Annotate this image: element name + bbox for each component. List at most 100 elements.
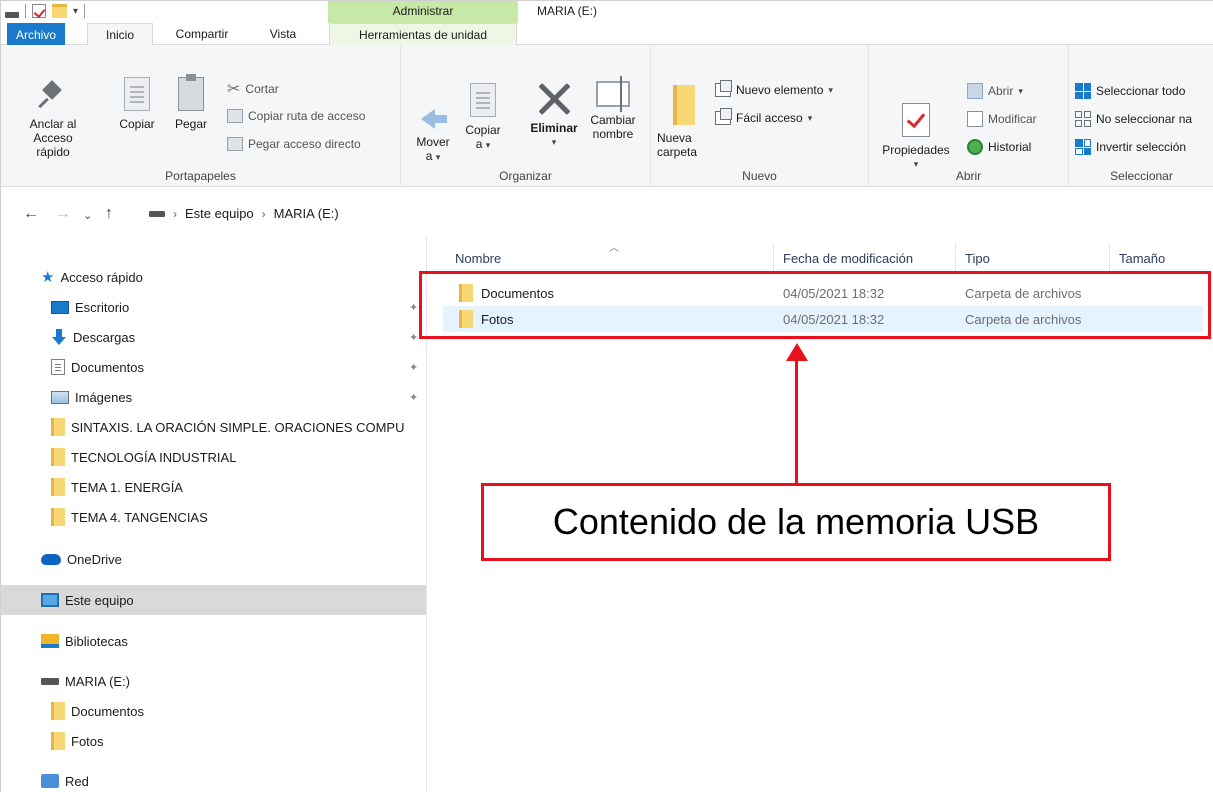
history-button[interactable]: Historial: [967, 139, 1031, 155]
select-none-button[interactable]: No seleccionar na: [1075, 111, 1192, 127]
group-label-seleccionar: Seleccionar: [1110, 169, 1173, 183]
column-header-fecha[interactable]: Fecha de modificación: [783, 251, 913, 266]
open-button[interactable]: Abrir ▾: [967, 83, 1023, 99]
history-icon: [967, 139, 983, 155]
nav-label: OneDrive: [67, 551, 122, 567]
paste-icon: [178, 74, 204, 111]
properties-icon[interactable]: [32, 4, 46, 18]
pin-quick-access-button[interactable]: Anclar al Acceso rápido: [15, 79, 91, 159]
new-folder-label-line2: carpeta: [657, 145, 698, 159]
group-label-nuevo: Nuevo: [742, 169, 777, 183]
nav-este-equipo[interactable]: Este equipo: [1, 585, 426, 615]
nav-folder-tema1[interactable]: TEMA 1. ENERGÍA: [1, 473, 426, 501]
new-folder-label-line1: Nueva: [657, 131, 692, 145]
edit-label: Modificar: [988, 112, 1037, 126]
nav-onedrive[interactable]: OneDrive: [1, 545, 426, 573]
pin-icon[interactable]: ✦: [409, 391, 418, 404]
paste-label: Pegar: [174, 117, 208, 131]
folder-icon: [51, 478, 65, 496]
easy-access-button[interactable]: Fácil acceso ▾: [715, 108, 812, 125]
copy-button[interactable]: Copiar: [117, 77, 157, 131]
nav-folder-tecnologia[interactable]: TECNOLOGÍA INDUSTRIAL: [1, 443, 426, 471]
new-folder-button[interactable]: Nueva carpeta: [657, 85, 705, 159]
nav-drive-maria[interactable]: MARIA (E:): [1, 667, 426, 695]
forward-arrow-icon[interactable]: →: [55, 205, 71, 223]
move-icon: [417, 97, 449, 129]
nav-bibliotecas[interactable]: Bibliotecas: [1, 627, 426, 655]
delete-button[interactable]: Eliminar ▾: [525, 81, 583, 149]
new-item-label: Nuevo elemento: [736, 83, 824, 97]
pin-icon[interactable]: ✦: [409, 301, 418, 314]
nav-imagenes[interactable]: Imágenes ✦: [1, 383, 426, 411]
pin-icon[interactable]: ✦: [409, 331, 418, 344]
cut-button[interactable]: ✂ Cortar: [227, 79, 279, 99]
tab-inicio[interactable]: Inicio: [87, 23, 153, 46]
tab-archivo[interactable]: Archivo: [7, 23, 65, 45]
cloud-icon: [41, 553, 61, 565]
ribbon: Anclar al Acceso rápido Copiar Pegar ✂ C…: [1, 45, 1213, 187]
breadcrumb-maria[interactable]: MARIA (E:): [274, 206, 339, 221]
rename-button[interactable]: Cambiar nombre: [585, 76, 641, 141]
nav-escritorio[interactable]: Escritorio ✦: [1, 293, 426, 321]
customize-toolbar-icon[interactable]: ▾: [73, 6, 78, 17]
pin-icon[interactable]: ✦: [409, 361, 418, 374]
column-header-nombre[interactable]: Nombre: [455, 251, 501, 266]
context-tab-administrar[interactable]: Administrar: [328, 1, 518, 23]
folder-icon: [51, 508, 65, 526]
copy-to-button[interactable]: Copiar a ▾: [461, 83, 505, 152]
nav-drive-fotos[interactable]: Fotos: [1, 727, 426, 755]
address-bar: ← → ⌄ ↑ › Este equipo › MARIA (E:): [1, 197, 1213, 233]
recent-locations-icon[interactable]: ⌄: [83, 209, 92, 222]
easy-access-label: Fácil acceso: [736, 111, 803, 125]
breadcrumb-este-equipo[interactable]: Este equipo: [185, 206, 254, 221]
group-label-abrir: Abrir: [955, 169, 982, 183]
nav-descargas[interactable]: Descargas ✦: [1, 323, 426, 351]
select-all-button[interactable]: Seleccionar todo: [1075, 83, 1185, 99]
nav-drive-documentos[interactable]: Documentos: [1, 697, 426, 725]
copy-to-label-line2: a: [475, 137, 483, 151]
column-header-tipo[interactable]: Tipo: [965, 251, 990, 266]
group-organizar: Mover a ▾ Copiar a ▾ Eliminar ▾ Cambiar …: [401, 45, 651, 187]
navigation-pane: ★ Acceso rápido Escritorio ✦ Descargas ✦…: [1, 237, 427, 792]
group-nuevo: Nueva carpeta Nuevo elemento ▾ Fácil acc…: [651, 45, 869, 187]
move-to-button[interactable]: Mover a ▾: [411, 97, 455, 164]
pin-icon: [37, 79, 69, 111]
delete-label: Eliminar: [530, 121, 578, 135]
pin-label-line2: Acceso rápido: [33, 131, 73, 159]
properties-button[interactable]: Propiedades ▾: [875, 103, 957, 171]
group-label-portapapeles: Portapapeles: [165, 169, 236, 183]
nav-acceso-rapido[interactable]: ★ Acceso rápido: [1, 263, 426, 291]
nav-documentos[interactable]: Documentos ✦: [1, 353, 426, 381]
up-arrow-icon[interactable]: ↑: [105, 205, 113, 223]
scissors-icon: ✂: [227, 81, 241, 98]
paste-shortcut-button[interactable]: Pegar acceso directo: [227, 137, 361, 151]
folder-icon: [51, 418, 65, 436]
tab-herramientas-de-unidad[interactable]: Herramientas de unidad: [329, 23, 517, 45]
delete-icon: [537, 81, 571, 115]
nav-folder-sintaxis[interactable]: SINTAXIS. LA ORACIÓN SIMPLE. ORACIONES C…: [1, 413, 426, 441]
select-none-label: No seleccionar na: [1096, 112, 1193, 126]
new-folder-icon[interactable]: [52, 4, 67, 18]
back-arrow-icon[interactable]: ←: [23, 205, 39, 223]
new-folder-icon: [673, 85, 695, 125]
star-icon: ★: [41, 269, 55, 286]
column-separator[interactable]: [773, 243, 774, 271]
tab-compartir[interactable]: Compartir: [164, 23, 240, 45]
nav-label: Bibliotecas: [65, 633, 128, 649]
nav-folder-tema4[interactable]: TEMA 4. TANGENCIAS: [1, 503, 426, 531]
tab-vista[interactable]: Vista: [263, 23, 303, 45]
easy-access-icon: [715, 108, 732, 125]
nav-label: Imágenes: [75, 389, 133, 405]
column-header-tamano[interactable]: Tamaño: [1119, 251, 1165, 266]
ribbon-tabs: Archivo Inicio Compartir Vista Herramien…: [1, 23, 1213, 46]
column-separator[interactable]: [1109, 243, 1110, 271]
nav-red[interactable]: Red: [1, 767, 426, 792]
edit-button[interactable]: Modificar: [967, 111, 1037, 127]
annotation-callout: Contenido de la memoria USB: [481, 483, 1111, 561]
column-separator[interactable]: [955, 243, 956, 271]
breadcrumb[interactable]: › Este equipo › MARIA (E:): [149, 206, 339, 221]
new-item-button[interactable]: Nuevo elemento ▾: [715, 80, 833, 97]
copy-path-button[interactable]: Copiar ruta de acceso: [227, 109, 365, 123]
invert-selection-button[interactable]: Invertir selección: [1075, 139, 1186, 155]
paste-button[interactable]: Pegar: [171, 74, 211, 131]
